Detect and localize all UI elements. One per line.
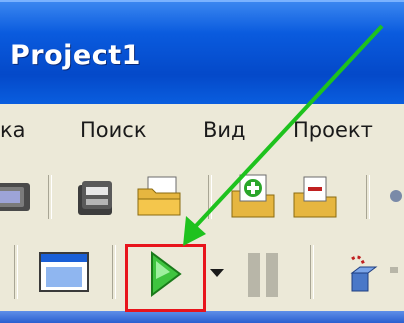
annotation-arrow [183,24,384,246]
